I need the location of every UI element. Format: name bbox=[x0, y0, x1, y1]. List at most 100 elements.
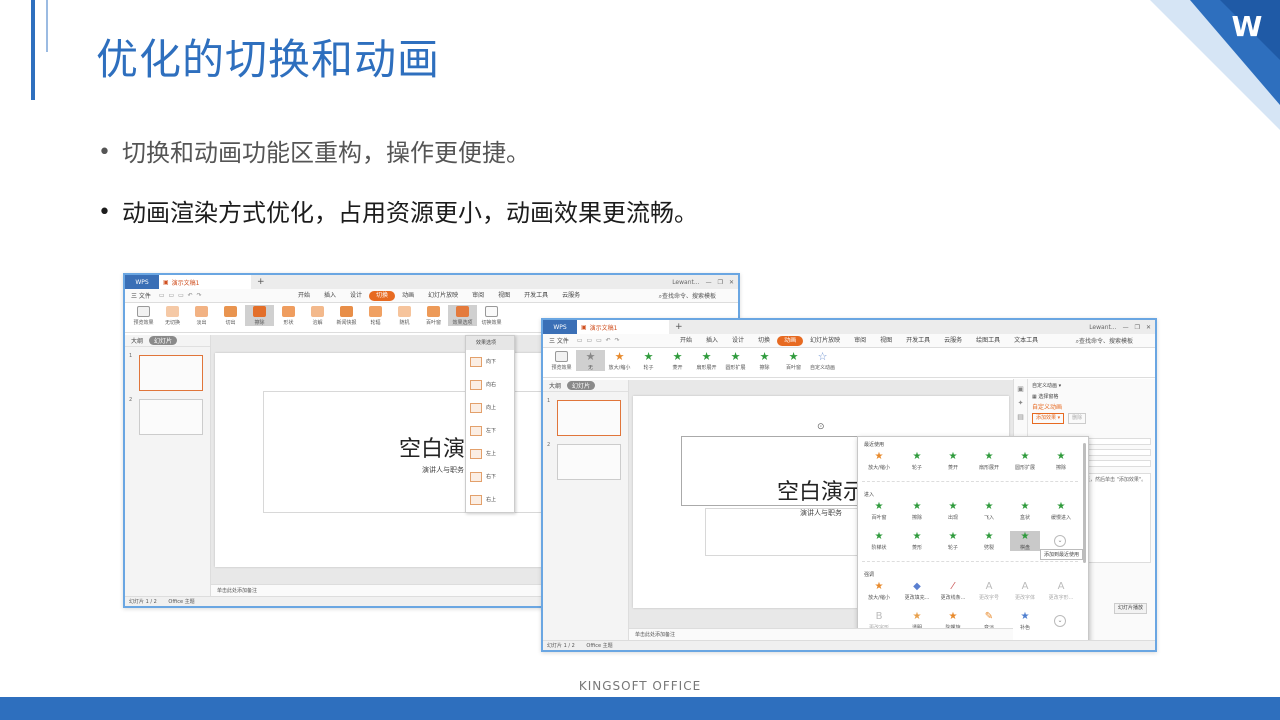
effect-item[interactable]: ★ 菱开 bbox=[938, 451, 968, 471]
menu-tab[interactable]: 云服务 bbox=[937, 336, 969, 346]
effect-item[interactable]: ★ 出现 bbox=[938, 501, 968, 521]
effect-item[interactable]: A 更改字体 bbox=[1010, 581, 1040, 601]
effect-item[interactable]: ⁄ 更改线条... bbox=[938, 581, 968, 601]
effect-item[interactable]: ★ 阶梯状 bbox=[864, 531, 894, 551]
slide-thumbnail-selected[interactable] bbox=[557, 400, 621, 436]
menu-tab[interactable]: 设计 bbox=[725, 336, 751, 346]
ribbon-button[interactable]: 新闻快报 bbox=[332, 305, 361, 326]
properties-icon[interactable]: ▤ bbox=[1017, 413, 1024, 421]
menu-tab[interactable]: 开发工具 bbox=[899, 336, 937, 346]
effect-item[interactable]: ★ 缓慢进入 bbox=[1046, 501, 1076, 521]
ribbon-button[interactable]: 百叶窗 bbox=[419, 305, 448, 326]
dropdown-item[interactable]: 向下 bbox=[466, 350, 514, 373]
effect-item[interactable]: ★ 擦除 bbox=[1046, 451, 1076, 471]
more-effects-button[interactable]: ⌄ bbox=[1054, 615, 1066, 627]
animation-pane-icon[interactable]: ✦ bbox=[1018, 399, 1024, 407]
ribbon-button[interactable]: ★ 圆形扩展 bbox=[721, 350, 750, 371]
ribbon-button-selected[interactable]: ★ 无 bbox=[576, 350, 605, 371]
dropdown-item[interactable]: 左上 bbox=[466, 442, 514, 465]
restore-icon[interactable]: ❐ bbox=[718, 279, 723, 286]
menu-tab[interactable]: 插入 bbox=[699, 336, 725, 346]
close-icon[interactable]: ✕ bbox=[1146, 324, 1151, 331]
effect-item-selected[interactable]: ★ 棋盘 bbox=[1010, 531, 1040, 551]
dropdown-item[interactable]: 右上 bbox=[466, 488, 514, 511]
quick-access-icons[interactable]: ▭ ▭ ▭ ↶ ↷ bbox=[577, 337, 621, 344]
dropdown-item[interactable]: 向上 bbox=[466, 396, 514, 419]
ribbon-button[interactable]: 预览效果 bbox=[547, 350, 576, 371]
tab-slides[interactable]: 幻灯片 bbox=[567, 381, 596, 390]
ribbon-button[interactable]: ★ 轮子 bbox=[634, 350, 663, 371]
menu-tab[interactable]: 开始 bbox=[673, 336, 699, 346]
effect-item[interactable]: ★ 盒状 bbox=[1010, 501, 1040, 521]
dropdown-item[interactable]: 左下 bbox=[466, 419, 514, 442]
ribbon-button[interactable]: ★ 放大/缩小 bbox=[605, 350, 634, 371]
effect-item[interactable]: ★ 放大/缩小 bbox=[864, 581, 894, 601]
menu-tab[interactable]: 开始 bbox=[291, 291, 317, 301]
close-icon[interactable]: ✕ bbox=[729, 279, 734, 286]
ribbon-button[interactable]: 随机 bbox=[390, 305, 419, 326]
ribbon-button[interactable]: 预览效果 bbox=[129, 305, 158, 326]
command-search[interactable]: ⌕查找命令、搜索模板 bbox=[659, 291, 716, 301]
effect-options-button[interactable]: 效果选项 bbox=[448, 305, 477, 326]
ribbon-button[interactable]: 切出 bbox=[216, 305, 245, 326]
effect-item[interactable]: ★ 圆形扩展 bbox=[1010, 451, 1040, 471]
menu-tab[interactable]: 视图 bbox=[491, 291, 517, 301]
menu-tab[interactable]: 切换 bbox=[751, 336, 777, 346]
ribbon-button[interactable]: 形状 bbox=[274, 305, 303, 326]
slide-thumbnail[interactable] bbox=[139, 399, 203, 435]
ribbon-button-selected[interactable]: 擦除 bbox=[245, 305, 274, 326]
ribbon-button[interactable]: ★ 擦除 bbox=[750, 350, 779, 371]
dropdown-item[interactable]: 右下 bbox=[466, 465, 514, 488]
effect-item[interactable]: ★ 补色 bbox=[1010, 611, 1040, 631]
command-search[interactable]: ⌕查找命令、搜索模板 bbox=[1076, 336, 1133, 346]
menu-tab[interactable]: 开发工具 bbox=[517, 291, 555, 301]
effect-item[interactable]: ★ 扇形展开 bbox=[974, 451, 1004, 471]
new-tab-button[interactable]: + bbox=[669, 322, 689, 332]
custom-animation-button[interactable]: ☆ 自定义动画 bbox=[808, 350, 837, 371]
dropdown-item[interactable]: 向右 bbox=[466, 373, 514, 396]
ribbon-button[interactable]: ★ 菱开 bbox=[663, 350, 692, 371]
gallery-scrollbar[interactable] bbox=[1083, 443, 1086, 563]
effect-item[interactable]: A 更改字号 bbox=[974, 581, 1004, 601]
user-name[interactable]: Lewant... bbox=[1089, 324, 1116, 331]
ribbon-button[interactable]: 溶解 bbox=[303, 305, 332, 326]
effect-item[interactable]: ★ 放大/缩小 bbox=[864, 451, 894, 471]
new-tab-button[interactable]: + bbox=[251, 277, 271, 287]
menu-tab[interactable]: 幻灯片放映 bbox=[803, 336, 847, 346]
document-tab[interactable]: ▣ 演示文稿1 bbox=[159, 275, 251, 289]
menu-tab[interactable]: 审阅 bbox=[465, 291, 491, 301]
effect-item[interactable]: ★ 飞入 bbox=[974, 501, 1004, 521]
tab-slides[interactable]: 幻灯片 bbox=[149, 336, 178, 345]
menu-tab[interactable]: 绘图工具 bbox=[969, 336, 1007, 346]
menu-tab[interactable]: 文本工具 bbox=[1007, 336, 1045, 346]
effect-item[interactable]: ◆ 更改填充... bbox=[902, 581, 932, 601]
effect-item[interactable]: ★ 轮子 bbox=[902, 451, 932, 471]
menu-tab[interactable]: 幻灯片放映 bbox=[421, 291, 465, 301]
rotate-handle-icon[interactable]: ⊙ bbox=[817, 422, 825, 432]
wps-menu-button[interactable]: WPS bbox=[125, 275, 159, 289]
menu-tab[interactable]: 审阅 bbox=[847, 336, 873, 346]
select-pane-link[interactable]: ▦ 选择窗格 bbox=[1032, 391, 1151, 403]
effect-item[interactable]: ★ 劈裂 bbox=[974, 531, 1004, 551]
effect-item[interactable]: ★ 百叶窗 bbox=[864, 501, 894, 521]
notes-field[interactable]: 单击此处添加备注 bbox=[629, 628, 1013, 640]
wps-menu-button[interactable]: WPS bbox=[543, 320, 577, 334]
delete-effect-button[interactable]: 删除 bbox=[1068, 413, 1087, 424]
minimize-icon[interactable]: — bbox=[1123, 324, 1129, 331]
tab-outline[interactable]: 大纲 bbox=[131, 336, 143, 345]
effect-item[interactable]: ★ 菱形 bbox=[902, 531, 932, 551]
menu-tab[interactable]: 云服务 bbox=[555, 291, 587, 301]
file-menu[interactable]: 三 文件 bbox=[131, 291, 151, 300]
ribbon-button[interactable]: ★ 扇形展开 bbox=[692, 350, 721, 371]
ribbon-button[interactable]: 淡出 bbox=[187, 305, 216, 326]
more-effects-button[interactable]: ⌄ bbox=[1054, 535, 1066, 547]
file-menu[interactable]: 三 文件 bbox=[549, 336, 569, 345]
ribbon-button[interactable]: ★ 百叶窗 bbox=[779, 350, 808, 371]
effect-item[interactable]: ★ 轮子 bbox=[938, 531, 968, 551]
effect-item[interactable]: ★ 擦除 bbox=[902, 501, 932, 521]
menu-tab[interactable]: 动画 bbox=[395, 291, 421, 301]
pane-toggle-icon[interactable]: ▣ bbox=[1017, 385, 1024, 393]
pane-title[interactable]: 自定义动画 ▾ bbox=[1032, 381, 1151, 391]
user-name[interactable]: Lewant... bbox=[672, 279, 699, 286]
menu-tab-active[interactable]: 切换 bbox=[369, 290, 396, 301]
